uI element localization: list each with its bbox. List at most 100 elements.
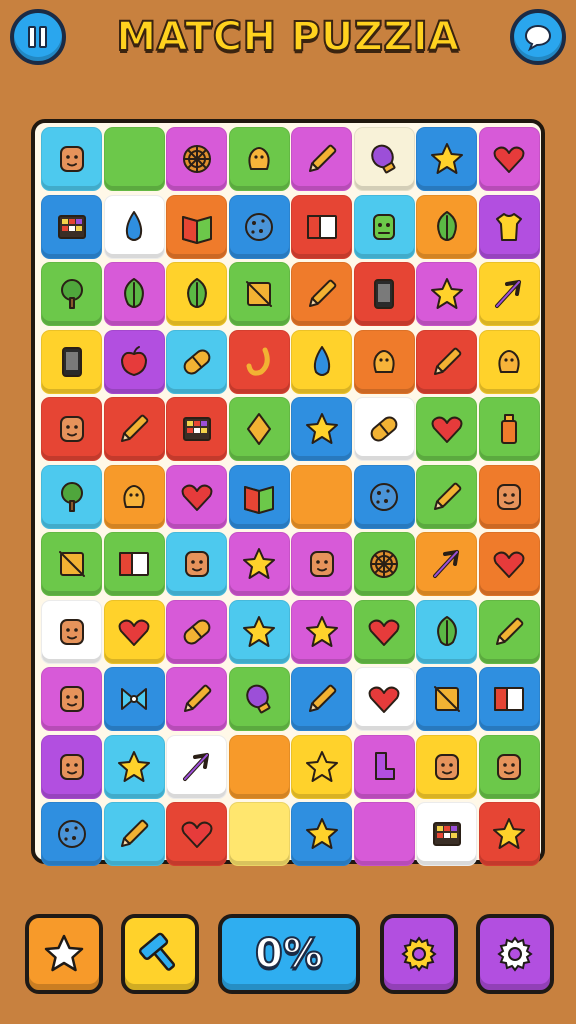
tile-leaf[interactable] bbox=[416, 599, 477, 664]
options-button[interactable] bbox=[476, 914, 554, 994]
tile-blob[interactable] bbox=[228, 127, 290, 191]
tile-pencil[interactable] bbox=[103, 397, 165, 461]
tile-bow[interactable] bbox=[103, 667, 165, 731]
tile-pencil[interactable] bbox=[166, 667, 227, 731]
tile-phone[interactable] bbox=[41, 329, 102, 394]
hint-button[interactable] bbox=[121, 914, 199, 994]
tile-diamond[interactable] bbox=[228, 397, 290, 461]
tile-flag[interactable] bbox=[478, 667, 540, 731]
star-button[interactable] bbox=[25, 914, 103, 994]
tile-tree[interactable] bbox=[41, 464, 102, 529]
tile-book[interactable] bbox=[166, 194, 227, 259]
tile-drop[interactable] bbox=[291, 329, 352, 394]
tile-drop[interactable] bbox=[103, 194, 165, 259]
tile-blank[interactable] bbox=[103, 127, 165, 191]
tile-cookie[interactable] bbox=[228, 194, 290, 259]
tile-grid[interactable] bbox=[41, 194, 102, 259]
tile-boot[interactable] bbox=[353, 734, 415, 799]
tile-cookie[interactable] bbox=[41, 802, 102, 866]
tile-star[interactable] bbox=[228, 599, 290, 664]
tile-heart[interactable] bbox=[416, 397, 477, 461]
tile-bulb[interactable] bbox=[353, 127, 415, 191]
tile-pencil[interactable] bbox=[291, 262, 352, 326]
tile-face[interactable] bbox=[291, 532, 352, 596]
tile-bottle[interactable] bbox=[478, 397, 540, 461]
chat-button[interactable] bbox=[510, 9, 566, 65]
tile-flag[interactable] bbox=[291, 194, 352, 259]
tile-heart[interactable] bbox=[166, 464, 227, 529]
tile-face[interactable] bbox=[478, 734, 540, 799]
leaf-icon bbox=[436, 615, 457, 646]
tile-apple[interactable] bbox=[103, 329, 165, 394]
tile-pencil[interactable] bbox=[416, 464, 477, 529]
tile-bulb[interactable] bbox=[228, 667, 290, 731]
tile-star[interactable] bbox=[291, 734, 352, 799]
tile-blob[interactable] bbox=[353, 329, 415, 394]
tile-face[interactable] bbox=[416, 734, 477, 799]
tile-blank[interactable] bbox=[228, 802, 290, 866]
tile-blank[interactable] bbox=[353, 802, 415, 866]
tile-arrow[interactable] bbox=[478, 262, 540, 326]
tile-flag[interactable] bbox=[103, 532, 165, 596]
heart-icon bbox=[368, 619, 400, 646]
tile-pencil[interactable] bbox=[291, 127, 352, 191]
face-icon bbox=[59, 416, 84, 442]
book-icon bbox=[181, 215, 212, 244]
tile-heart[interactable] bbox=[478, 532, 540, 596]
tile-arrow[interactable] bbox=[166, 734, 227, 799]
tile-star[interactable] bbox=[291, 802, 352, 866]
tile-pencil[interactable] bbox=[416, 329, 477, 394]
tile-cookie[interactable] bbox=[353, 464, 415, 529]
tile-star[interactable] bbox=[103, 734, 165, 799]
tile-star[interactable] bbox=[228, 532, 290, 596]
tile-star[interactable] bbox=[478, 802, 540, 866]
tile-slash[interactable] bbox=[416, 667, 477, 731]
tile-leaf[interactable] bbox=[166, 262, 227, 326]
tile-heart[interactable] bbox=[103, 599, 165, 664]
tile-star[interactable] bbox=[416, 127, 477, 191]
tile-slash[interactable] bbox=[228, 262, 290, 326]
tile-pill[interactable] bbox=[353, 397, 415, 461]
tile-grid[interactable] bbox=[166, 397, 227, 461]
tile-face[interactable] bbox=[41, 667, 102, 731]
tile-star[interactable] bbox=[416, 262, 477, 326]
tile-heart[interactable] bbox=[353, 599, 415, 664]
tile-face[interactable] bbox=[166, 532, 227, 596]
tile-heart[interactable] bbox=[478, 127, 540, 191]
tile-pencil[interactable] bbox=[103, 802, 165, 866]
pause-button[interactable] bbox=[10, 9, 66, 65]
tile-phone[interactable] bbox=[353, 262, 415, 326]
wheel-icon bbox=[182, 145, 211, 173]
tile-heart[interactable] bbox=[166, 802, 227, 866]
tile-blank[interactable] bbox=[291, 464, 352, 529]
tile-star[interactable] bbox=[291, 397, 352, 461]
tile-grid[interactable] bbox=[416, 802, 477, 866]
tile-hook[interactable] bbox=[228, 329, 290, 394]
bow-icon bbox=[121, 688, 147, 710]
tile-blob[interactable] bbox=[103, 464, 165, 529]
tile-pencil[interactable] bbox=[291, 667, 352, 731]
tile-star[interactable] bbox=[291, 599, 352, 664]
tile-blank[interactable] bbox=[228, 734, 290, 799]
tile-robot[interactable] bbox=[353, 194, 415, 259]
tile-wheel[interactable] bbox=[353, 532, 415, 596]
settings-button[interactable] bbox=[380, 914, 458, 994]
tile-face[interactable] bbox=[41, 127, 102, 191]
tile-face[interactable] bbox=[41, 734, 102, 799]
tile-wheel[interactable] bbox=[166, 127, 227, 191]
tile-leaf[interactable] bbox=[416, 194, 477, 259]
tile-face[interactable] bbox=[478, 464, 540, 529]
tile-slash[interactable] bbox=[41, 532, 102, 596]
tile-face[interactable] bbox=[41, 397, 102, 461]
tile-shirt[interactable] bbox=[478, 194, 540, 259]
tile-pencil[interactable] bbox=[478, 599, 540, 664]
tile-face[interactable] bbox=[41, 599, 102, 664]
tile-arrow[interactable] bbox=[416, 532, 477, 596]
tile-pill[interactable] bbox=[166, 329, 227, 394]
tile-book[interactable] bbox=[228, 464, 290, 529]
tile-blob[interactable] bbox=[478, 329, 540, 394]
tile-pill[interactable] bbox=[166, 599, 227, 664]
tile-tree[interactable] bbox=[41, 262, 102, 326]
tile-leaf[interactable] bbox=[103, 262, 165, 326]
tile-heart[interactable] bbox=[353, 667, 415, 731]
